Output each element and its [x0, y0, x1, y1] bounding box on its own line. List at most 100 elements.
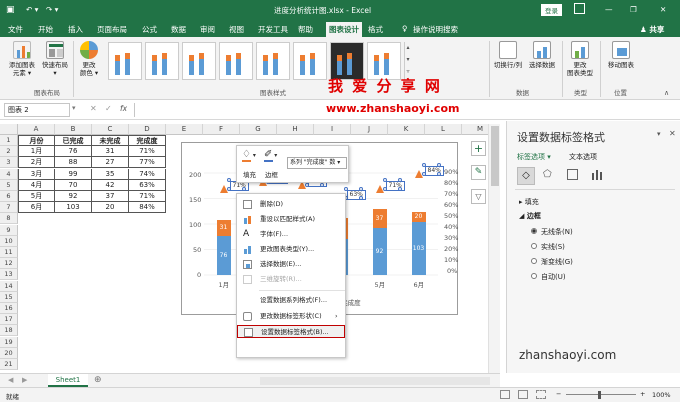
- table-cell[interactable]: 71%: [129, 191, 166, 202]
- column-header[interactable]: C: [92, 124, 129, 135]
- outline-label[interactable]: 边框: [265, 169, 278, 179]
- table-cell[interactable]: 27: [92, 157, 129, 169]
- selection-handle[interactable]: [436, 171, 441, 176]
- table-cell[interactable]: 76: [55, 146, 92, 158]
- tab-text-options[interactable]: 文本选项: [569, 152, 597, 162]
- effects-icon[interactable]: ⬠: [543, 169, 552, 180]
- menu-item-change-label-shape[interactable]: 更改数据标签形状(C) ›: [237, 310, 345, 323]
- table-cell[interactable]: 3月: [18, 168, 55, 180]
- zoom-in-icon[interactable]: +: [640, 390, 645, 398]
- fill-bucket-icon[interactable]: ♢ ▾: [242, 149, 256, 160]
- menu-item-format-series[interactable]: 设置数据系列格式(F)...: [237, 294, 345, 307]
- selection-handle[interactable]: [382, 186, 387, 191]
- table-cell[interactable]: 6月: [18, 202, 55, 214]
- chart-filter-icon[interactable]: ▽: [471, 189, 486, 204]
- row-header[interactable]: 6: [0, 191, 18, 202]
- selection-handle[interactable]: [358, 187, 363, 192]
- row-header[interactable]: 3: [0, 157, 18, 169]
- menu-item-change-chart-type[interactable]: 更改图表类型(Y)...: [237, 243, 345, 256]
- page-break-view-icon[interactable]: [536, 390, 546, 399]
- radio-no-line[interactable]: [531, 228, 537, 234]
- sheet-tab-sheet1[interactable]: Sheet1: [48, 374, 88, 387]
- tab-chart-design[interactable]: 图表设计: [326, 22, 362, 37]
- name-box-dropdown-icon[interactable]: ▾: [72, 104, 76, 112]
- close-button[interactable]: ✕: [660, 5, 666, 14]
- tab-file[interactable]: 文件: [8, 24, 23, 35]
- zoom-out-icon[interactable]: −: [556, 390, 561, 398]
- table-cell[interactable]: 71%: [129, 146, 166, 158]
- column-header[interactable]: B: [55, 124, 92, 135]
- table-header-cell[interactable]: 月份: [18, 135, 55, 146]
- move-chart-button[interactable]: 移动图表: [603, 41, 639, 69]
- horizontal-scrollbar[interactable]: [260, 377, 490, 385]
- percent-data-label[interactable]: 71%: [385, 180, 405, 191]
- outline-pen-icon[interactable]: ✐ ▾: [264, 149, 277, 160]
- column-header[interactable]: D: [129, 124, 166, 135]
- menu-item-font[interactable]: A 字体(F)...: [237, 228, 345, 241]
- row-header[interactable]: 13: [0, 269, 18, 281]
- table-cell[interactable]: 37: [92, 191, 129, 202]
- table-cell[interactable]: 99: [55, 168, 92, 180]
- style-thumb-1[interactable]: [108, 42, 142, 80]
- sheet-nav-right-icon[interactable]: ▶: [22, 376, 27, 384]
- table-cell[interactable]: 42: [92, 179, 129, 191]
- row-header[interactable]: 5: [0, 179, 18, 191]
- tab-view[interactable]: 视图: [229, 24, 244, 35]
- restore-button[interactable]: ❐: [630, 5, 637, 14]
- table-cell[interactable]: 70: [55, 179, 92, 191]
- quick-layout-button[interactable]: 快速布局 ▾: [40, 41, 70, 77]
- row-header[interactable]: 18: [0, 325, 18, 337]
- page-layout-view-icon[interactable]: [518, 390, 528, 399]
- selection-handle[interactable]: [397, 186, 402, 191]
- selection-handle[interactable]: [226, 186, 231, 191]
- tab-data[interactable]: 数据: [171, 24, 186, 35]
- menu-item-reset-style[interactable]: 重设以匹配样式(A): [237, 213, 345, 226]
- enter-icon[interactable]: ✓: [105, 104, 112, 113]
- table-cell[interactable]: 74%: [129, 168, 166, 180]
- tab-insert[interactable]: 插入: [68, 24, 83, 35]
- column-header[interactable]: G: [240, 124, 277, 135]
- row-header[interactable]: 14: [0, 280, 18, 292]
- row-header[interactable]: 9: [0, 224, 18, 236]
- radio-solid-line[interactable]: [531, 243, 537, 249]
- ribbon-display-icon[interactable]: [574, 3, 585, 14]
- row-header[interactable]: 17: [0, 314, 18, 326]
- column-header[interactable]: E: [166, 124, 203, 135]
- fill-line-icon[interactable]: ◇: [517, 167, 535, 185]
- column-header[interactable]: A: [18, 124, 55, 135]
- style-thumb-3[interactable]: [182, 42, 216, 80]
- selection-handle[interactable]: [436, 162, 441, 167]
- menu-item-format-data-labels[interactable]: 设置数据标签格式(B)...: [237, 325, 345, 338]
- table-header-cell[interactable]: 未完成: [92, 135, 129, 146]
- data-label-completed[interactable]: 103: [412, 245, 426, 252]
- pane-close-icon[interactable]: ✕: [669, 129, 676, 138]
- table-cell[interactable]: 88: [55, 157, 92, 169]
- data-label-remaining[interactable]: 37: [373, 215, 387, 222]
- tab-help[interactable]: 帮助: [298, 24, 313, 35]
- change-chart-type-button[interactable]: 更改 图表类型: [564, 41, 596, 77]
- tab-home[interactable]: 开始: [38, 24, 53, 35]
- row-header[interactable]: 16: [0, 303, 18, 314]
- chart-styles-brush-icon[interactable]: ✎: [471, 165, 486, 180]
- section-border[interactable]: ◢ 边框: [519, 211, 541, 221]
- zoom-slider[interactable]: [566, 394, 636, 395]
- tab-review[interactable]: 审阅: [200, 24, 215, 35]
- table-header-cell[interactable]: 完成度: [129, 135, 166, 146]
- section-fill[interactable]: ▸ 填充: [519, 197, 539, 207]
- column-header[interactable]: I: [314, 124, 351, 135]
- data-label-remaining[interactable]: 31: [217, 224, 231, 231]
- select-data-button[interactable]: 选择数据: [526, 41, 558, 69]
- column-header[interactable]: F: [203, 124, 240, 135]
- row-header[interactable]: 11: [0, 247, 18, 258]
- selection-handle[interactable]: [358, 196, 363, 201]
- selection-handle[interactable]: [382, 177, 387, 182]
- data-label-completed[interactable]: 76: [217, 252, 231, 259]
- row-header[interactable]: 2: [0, 146, 18, 158]
- share-button[interactable]: ♟ 共享: [640, 24, 664, 35]
- cancel-icon[interactable]: ✕: [90, 104, 97, 113]
- selection-handle[interactable]: [241, 186, 246, 191]
- table-header-cell[interactable]: 已完成: [55, 135, 92, 146]
- row-header[interactable]: 20: [0, 347, 18, 359]
- table-cell[interactable]: 2月: [18, 157, 55, 169]
- collapse-ribbon-icon[interactable]: ∧: [664, 89, 669, 97]
